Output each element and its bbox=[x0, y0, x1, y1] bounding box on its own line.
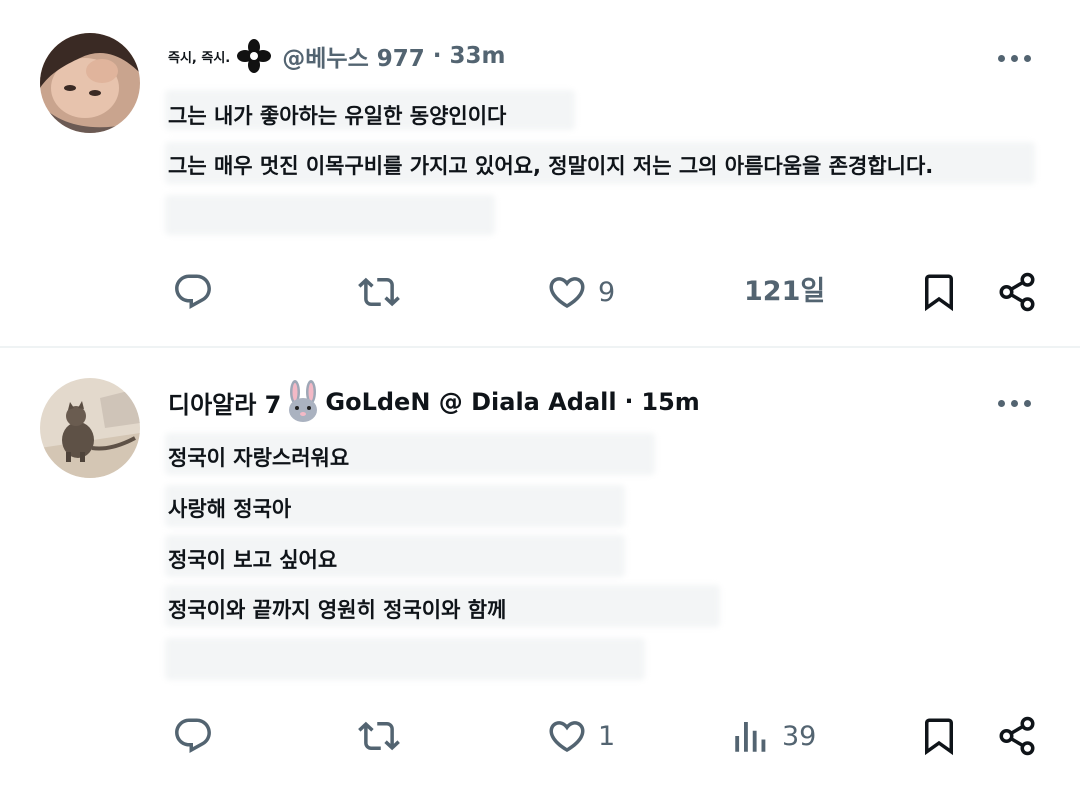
avatar[interactable] bbox=[40, 33, 140, 133]
share-icon bbox=[999, 716, 1035, 756]
like-button[interactable]: 9 bbox=[546, 271, 615, 313]
reply-button[interactable] bbox=[172, 271, 214, 313]
tweet-header: 즉시, 즉시. @베누스 977 · 33m bbox=[168, 38, 505, 74]
rabbit-emoji-icon bbox=[283, 380, 323, 424]
separator-dot: · bbox=[432, 43, 442, 69]
views-count: 39 bbox=[782, 720, 817, 752]
tweet-text-line: 그는 매우 멋진 이목구비를 가지고 있어요, 정말이지 저는 그의 아름다움을… bbox=[168, 154, 934, 178]
tweet-text-line: 그는 내가 좋아하는 유일한 동양인이다 bbox=[168, 104, 507, 128]
more-options-icon[interactable] bbox=[998, 400, 1031, 407]
heart-icon bbox=[549, 721, 585, 753]
bookmark-button[interactable] bbox=[918, 271, 960, 313]
like-count: 9 bbox=[598, 276, 616, 308]
tweet-text-line: 정국이 보고 싶어요 bbox=[168, 548, 338, 572]
tweet-text-line: 정국이 자랑스러워요 bbox=[168, 446, 350, 470]
share-button[interactable] bbox=[996, 271, 1038, 313]
author-handle[interactable]: @베누스 977 bbox=[282, 39, 425, 73]
views-button[interactable]: 39 bbox=[730, 715, 816, 757]
author-name[interactable]: 디아알라 7 bbox=[168, 385, 281, 420]
retweet-button[interactable] bbox=[358, 715, 400, 757]
more-options-icon[interactable] bbox=[998, 55, 1031, 62]
author-name[interactable]: 즉시, 즉시. bbox=[168, 47, 230, 66]
timestamp[interactable]: 15m bbox=[641, 388, 699, 416]
like-count: 1 bbox=[598, 720, 616, 752]
tweet-text-line: 정국이와 끝까지 영원히 정국이와 함께 bbox=[168, 598, 507, 622]
tweet-card[interactable]: 디아알라 7 GoLdeN @ Diala Adall · 15m 정국이 자랑… bbox=[0, 348, 1080, 788]
reply-icon bbox=[175, 274, 211, 309]
bookmark-icon bbox=[925, 274, 953, 312]
share-icon bbox=[999, 272, 1035, 312]
bookmark-icon bbox=[925, 718, 953, 756]
heart-icon bbox=[549, 277, 585, 309]
reply-icon bbox=[175, 718, 211, 753]
separator-dot: · bbox=[624, 389, 634, 415]
views-button[interactable]: 121일 bbox=[744, 271, 825, 313]
tweet-header: 디아알라 7 GoLdeN @ Diala Adall · 15m bbox=[168, 380, 700, 424]
retweet-icon bbox=[358, 721, 400, 751]
tweet-card[interactable]: 즉시, 즉시. @베누스 977 · 33m 그는 내가 좋아하는 유일한 동양… bbox=[0, 0, 1080, 348]
reply-button[interactable] bbox=[172, 715, 214, 757]
like-button[interactable]: 1 bbox=[546, 715, 615, 757]
author-name-suffix[interactable]: GoLdeN @ Diala Adall bbox=[325, 388, 616, 416]
timestamp[interactable]: 33m bbox=[450, 43, 506, 69]
blurred-text-background bbox=[165, 638, 645, 680]
avatar[interactable] bbox=[40, 378, 140, 478]
retweet-button[interactable] bbox=[358, 271, 400, 313]
blurred-text-background bbox=[165, 195, 495, 235]
clover-emoji-icon bbox=[236, 38, 272, 74]
bookmark-button[interactable] bbox=[918, 715, 960, 757]
tweet-text-line: 사랑해 정국아 bbox=[168, 497, 292, 521]
views-count: 121일 bbox=[744, 276, 826, 307]
retweet-icon bbox=[358, 277, 400, 307]
views-chart-icon bbox=[735, 722, 766, 752]
share-button[interactable] bbox=[996, 715, 1038, 757]
